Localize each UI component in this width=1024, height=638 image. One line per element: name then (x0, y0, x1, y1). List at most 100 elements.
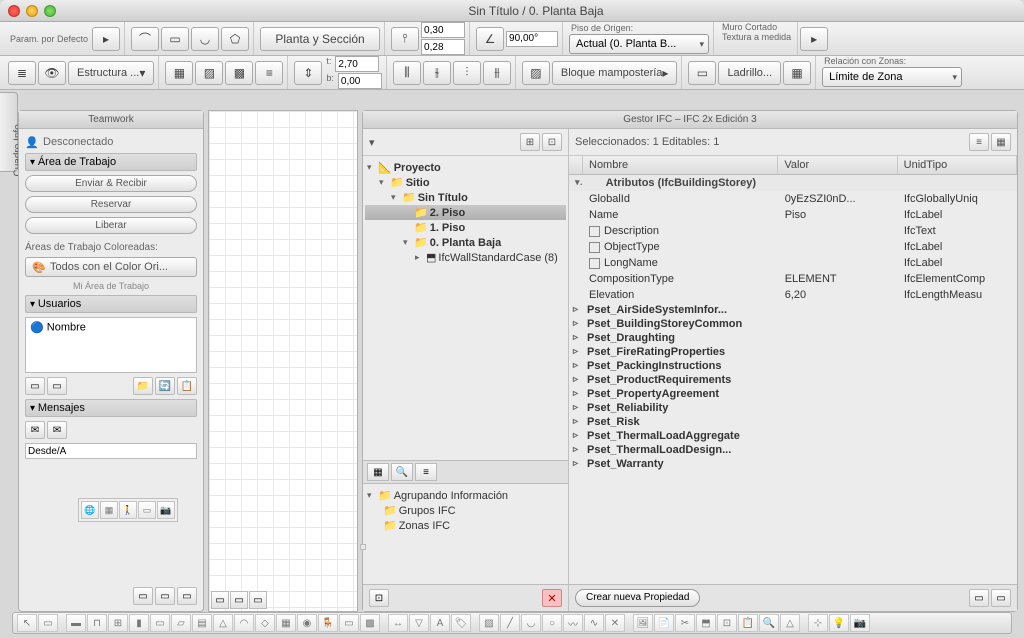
close-window-button[interactable] (8, 5, 20, 17)
tw-tool4-icon[interactable]: 🔄 (155, 377, 175, 395)
param-flyout-icon[interactable]: ▸ (92, 27, 120, 51)
tree-wall[interactable]: ▸⬒ IfcWallStandardCase (8) (365, 250, 566, 265)
desde-input[interactable] (25, 443, 197, 459)
cuadro-info-tab[interactable]: Cuadro Info (0, 92, 18, 172)
wall-type2-icon[interactable]: ⫳ (423, 61, 451, 85)
tw-tool1-icon[interactable]: ▭ (25, 377, 45, 395)
tab-list-icon[interactable]: ≡ (415, 463, 437, 481)
col-unidtipo[interactable]: UnidTipo (898, 156, 1017, 174)
wall-type1-icon[interactable]: ⫼ (393, 61, 421, 85)
tree-tool1-icon[interactable]: ⊞ (520, 133, 540, 151)
t-input[interactable] (335, 56, 379, 72)
geom-poly-icon[interactable]: ⬠ (221, 27, 249, 51)
hatch-diag-icon[interactable]: ▨ (195, 61, 223, 85)
pset-row[interactable]: Pset_Warranty (569, 457, 1017, 471)
canvas-tool1-icon[interactable]: ▭ (211, 591, 229, 609)
height-icon[interactable]: ⇕ (294, 61, 322, 85)
attr-row[interactable]: ObjectTypeIfcLabel (569, 239, 1017, 255)
bt-elev-icon[interactable]: ⬒ (696, 614, 716, 632)
flyout-arrow-icon[interactable]: ▸ (800, 27, 828, 51)
pset-row[interactable]: Pset_Draughting (569, 331, 1017, 345)
bt-drawing-icon[interactable]: 📄 (654, 614, 674, 632)
tw-foot2-icon[interactable]: ▭ (155, 587, 175, 605)
pset-row[interactable]: Pset_FireRatingProperties (569, 345, 1017, 359)
limite-zona-dropdown[interactable]: Límite de Zona (822, 67, 962, 87)
bt-shell-icon[interactable]: ◠ (234, 614, 254, 632)
bt-column-icon[interactable]: ▮ (129, 614, 149, 632)
bt-line-icon[interactable]: ╱ (500, 614, 520, 632)
bt-stair-icon[interactable]: ▤ (192, 614, 212, 632)
tree-sitio[interactable]: ▾📁 Sitio (365, 175, 566, 190)
nav-cam-icon[interactable]: 📷 (157, 501, 175, 519)
bt-worksheet-icon[interactable]: 📋 (738, 614, 758, 632)
bt-slab-icon[interactable]: ▱ (171, 614, 191, 632)
pset-row[interactable]: Pset_Reliability (569, 401, 1017, 415)
material-hatch2-icon[interactable]: ▦ (783, 61, 811, 85)
bt-roof-icon[interactable]: △ (213, 614, 233, 632)
group-grupos[interactable]: 📁 Grupos IFC (365, 503, 566, 518)
msg-in-icon[interactable]: ✉ (25, 421, 45, 439)
dim-top-input[interactable] (421, 22, 465, 38)
bt-change-icon[interactable]: △ (780, 614, 800, 632)
bt-text-icon[interactable]: A (430, 614, 450, 632)
piso-origen-dropdown[interactable]: Actual (0. Planta B... (569, 34, 709, 54)
pset-row[interactable]: Pset_ProductRequirements (569, 373, 1017, 387)
canvas-tool2-icon[interactable]: ▭ (230, 591, 248, 609)
bt-hotspot-icon[interactable]: ✕ (605, 614, 625, 632)
tree-proyecto[interactable]: ▾📐 Proyecto (365, 160, 566, 175)
prop-tool2-icon[interactable]: ▦ (991, 133, 1011, 151)
attr-row[interactable]: CompositionTypeELEMENTIfcElementComp (569, 271, 1017, 287)
bt-beam-icon[interactable]: ▭ (150, 614, 170, 632)
hatch-line-icon[interactable]: ≡ (255, 61, 283, 85)
enviar-recibir-button[interactable]: Enviar & Recibir (25, 175, 197, 192)
geom-curve-icon[interactable]: ⌒ (131, 27, 159, 51)
angle-icon[interactable]: ∠ (476, 27, 504, 51)
bt-curtain-icon[interactable]: ▦ (276, 614, 296, 632)
crear-propiedad-button[interactable]: Crear nueva Propiedad (575, 589, 700, 607)
bt-morph-icon[interactable]: ◉ (297, 614, 317, 632)
prop-foot2-icon[interactable]: ▭ (991, 589, 1011, 607)
nav-grid-icon[interactable]: ▦ (100, 501, 118, 519)
hatch-cross-icon[interactable]: ▩ (225, 61, 253, 85)
bt-arrow-icon[interactable]: ↖ (17, 614, 37, 632)
bt-spline-icon[interactable]: ∿ (584, 614, 604, 632)
pset-row[interactable]: Pset_PropertyAgreement (569, 387, 1017, 401)
zoom-window-button[interactable] (44, 5, 56, 17)
wall-type3-icon[interactable]: ⫶ (453, 61, 481, 85)
bloque-dropdown[interactable]: Bloque mampostería ▸ (552, 61, 678, 85)
hatch-solid-icon[interactable]: ▦ (165, 61, 193, 85)
bt-window-icon[interactable]: ⊞ (108, 614, 128, 632)
angle-input[interactable] (506, 31, 558, 47)
tree-sin-titulo[interactable]: ▾📁 Sin Título (365, 190, 566, 205)
tw-tool3-icon[interactable]: 📁 (133, 377, 153, 395)
liberar-button[interactable]: Liberar (25, 217, 197, 234)
col-valor[interactable]: Valor (778, 156, 897, 174)
canvas-tool3-icon[interactable]: ▭ (249, 591, 267, 609)
bt-skylight-icon[interactable]: ◇ (255, 614, 275, 632)
bt-marquee-icon[interactable]: ▭ (38, 614, 58, 632)
bt-dim-icon[interactable]: ↔ (388, 614, 408, 632)
bt-wall-icon[interactable]: ▬ (66, 614, 86, 632)
tw-tool5-icon[interactable]: 📋 (177, 377, 197, 395)
ifc-close-button[interactable]: ✕ (542, 589, 562, 607)
bt-lamp-icon[interactable]: 💡 (829, 614, 849, 632)
nav-globe-icon[interactable]: 🌐 (81, 501, 99, 519)
tab-search-icon[interactable]: 🔍 (391, 463, 413, 481)
bt-arc-icon[interactable]: ◡ (521, 614, 541, 632)
material-hatch-icon[interactable]: ▨ (522, 61, 550, 85)
attr-row[interactable]: LongNameIfcLabel (569, 255, 1017, 271)
planta-seccion-button[interactable]: Planta y Sección (260, 27, 380, 51)
usuarios-header[interactable]: ▾ Usuarios (25, 295, 197, 313)
pset-row[interactable]: Pset_PackingInstructions (569, 359, 1017, 373)
layer-icon[interactable]: ≣ (8, 61, 36, 85)
bt-polyline-icon[interactable]: 〰 (563, 614, 583, 632)
nav-box-icon[interactable]: ▭ (138, 501, 156, 519)
reservar-button[interactable]: Reservar (25, 196, 197, 213)
tw-foot1-icon[interactable]: ▭ (133, 587, 153, 605)
column-icon[interactable]: ⫯ (391, 27, 419, 51)
pset-row[interactable]: Pset_BuildingStoreyCommon (569, 317, 1017, 331)
bt-interior-icon[interactable]: ⊡ (717, 614, 737, 632)
group-zonas[interactable]: 📁 Zonas IFC (365, 518, 566, 533)
b-input[interactable] (338, 73, 382, 89)
bt-label-icon[interactable]: 🏷 (451, 614, 471, 632)
